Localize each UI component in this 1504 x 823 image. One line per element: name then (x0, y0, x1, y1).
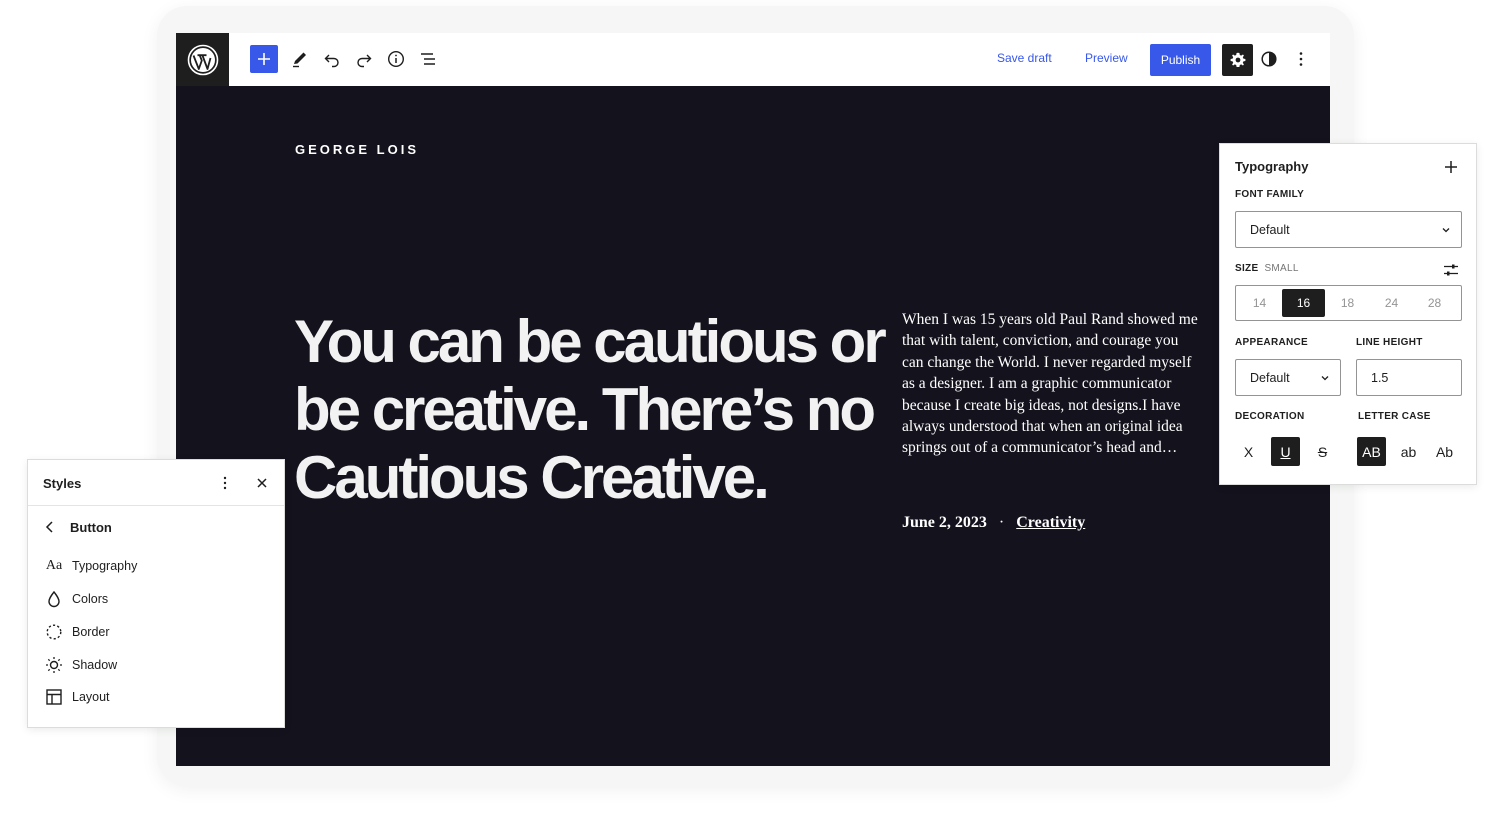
preview-button[interactable]: Preview (1085, 51, 1128, 65)
redo-button[interactable] (350, 45, 378, 73)
line-height-input[interactable]: 1.5 (1356, 359, 1462, 396)
chevron-down-icon (1442, 227, 1450, 232)
appearance-label: APPEARANCE (1235, 337, 1309, 348)
typography-add-button[interactable] (1440, 156, 1462, 178)
post-category-link[interactable]: Creativity (1016, 514, 1085, 531)
decoration-label: DECORATION (1235, 411, 1305, 422)
letter-case-uppercase-button[interactable]: AB (1357, 437, 1386, 466)
decoration-strikethrough-button[interactable]: S (1308, 437, 1337, 466)
letter-case-label: LETTER CASE (1358, 411, 1431, 422)
post-meta: June 2, 2023 · Creativity (902, 514, 1085, 532)
styles-item-label: Layout (72, 690, 110, 704)
shadow-icon (44, 655, 64, 675)
more-vertical-icon (1299, 52, 1303, 66)
size-custom-button[interactable] (1440, 261, 1462, 279)
font-size-option[interactable]: 14 (1238, 289, 1281, 317)
add-block-button[interactable] (250, 45, 278, 73)
typography-icon: Aa (45, 558, 63, 573)
undo-button[interactable] (318, 45, 346, 73)
font-size-option-selected[interactable]: 16 (1282, 289, 1325, 317)
chevron-down-icon (1321, 375, 1329, 380)
post-excerpt[interactable]: When I was 15 years old Paul Rand showed… (902, 309, 1202, 459)
plus-icon (1445, 161, 1457, 173)
line-height-value: 1.5 (1371, 370, 1389, 385)
post-title[interactable]: You can be cautious or be creative. Ther… (294, 308, 894, 512)
style-toggle-button[interactable] (1255, 45, 1283, 73)
letter-case-capitalize-button[interactable]: Ab (1430, 437, 1459, 466)
font-size-option[interactable]: 18 (1326, 289, 1369, 317)
info-icon (387, 50, 405, 68)
styles-panel: Styles Button Aa Typography Colors Borde… (27, 459, 285, 728)
meta-separator: · (998, 514, 1005, 531)
font-size-option[interactable]: 24 (1370, 289, 1413, 317)
font-size-option[interactable]: 28 (1413, 289, 1456, 317)
styles-item-shadow[interactable]: Shadow (44, 654, 117, 676)
site-title[interactable]: GEORGE LOIS (295, 142, 419, 157)
size-current-value: SMALL (1264, 263, 1299, 274)
font-size-picker: 14 16 18 24 28 (1235, 285, 1462, 321)
sliders-icon (1444, 264, 1458, 276)
decoration-none-button[interactable]: X (1234, 437, 1263, 466)
typography-panel-title: Typography (1235, 159, 1309, 174)
decoration-underline-button[interactable]: U (1271, 437, 1300, 466)
size-label: SIZE SMALL (1235, 263, 1299, 274)
post-date: June 2, 2023 (902, 514, 987, 531)
editor-toolbar: Save draft Preview Publish (176, 33, 1330, 86)
styles-panel-header: Styles (28, 460, 284, 506)
styles-close-button[interactable] (251, 472, 273, 494)
wordpress-icon (187, 44, 218, 75)
save-draft-button[interactable]: Save draft (997, 51, 1052, 65)
typography-panel: Typography FONT FAMILY Default SIZE SMALL… (1219, 143, 1477, 485)
options-button[interactable] (1287, 45, 1315, 73)
styles-back-label: Button (70, 519, 112, 535)
plus-icon (258, 53, 270, 65)
wordpress-logo[interactable] (176, 33, 229, 86)
list-view-button[interactable] (414, 45, 442, 73)
gear-icon (1230, 52, 1245, 67)
styles-item-label: Typography (72, 559, 138, 573)
publish-button[interactable]: Publish (1150, 44, 1211, 76)
font-family-label: FONT FAMILY (1235, 189, 1305, 200)
letter-case-lowercase-button[interactable]: ab (1394, 437, 1423, 466)
appearance-select[interactable]: Default (1235, 359, 1341, 396)
editor-screen: Save draft Preview Publish GEORGE LOIS Y… (176, 33, 1330, 766)
styles-more-button[interactable] (214, 472, 236, 494)
styles-item-label: Border (72, 625, 110, 639)
list-view-icon (421, 53, 435, 65)
styles-item-label: Shadow (72, 658, 118, 672)
styles-item-layout[interactable]: Layout (44, 686, 110, 708)
undo-icon (324, 54, 339, 68)
styles-item-colors[interactable]: Colors (44, 588, 108, 610)
pencil-icon (293, 52, 306, 68)
border-icon (44, 622, 64, 642)
layout-icon (44, 687, 64, 707)
styles-back-button[interactable]: Button (42, 516, 112, 538)
droplet-icon (44, 589, 64, 609)
styles-item-label: Colors (72, 592, 109, 606)
font-family-select[interactable]: Default (1235, 211, 1462, 248)
styles-item-typography[interactable]: Aa Typography (44, 555, 138, 577)
more-vertical-icon (223, 476, 227, 490)
contrast-icon (1261, 51, 1277, 67)
appearance-value: Default (1250, 370, 1290, 385)
edit-tool-button[interactable] (286, 45, 314, 73)
close-icon (257, 478, 267, 488)
styles-panel-title: Styles (43, 476, 82, 491)
font-family-value: Default (1250, 222, 1290, 237)
settings-button[interactable] (1222, 44, 1253, 76)
redo-icon (357, 54, 372, 68)
chevron-left-icon (45, 521, 53, 533)
details-button[interactable] (382, 45, 410, 73)
styles-item-border[interactable]: Border (44, 621, 110, 643)
line-height-label: LINE HEIGHT (1356, 337, 1423, 348)
